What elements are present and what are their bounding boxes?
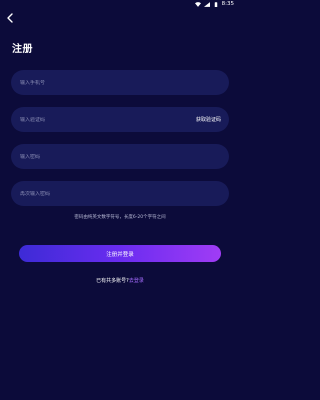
password-hint: 密码由纯英文数字符号，长度6-20个字符之间 xyxy=(74,215,166,220)
code-input[interactable] xyxy=(20,116,196,123)
login-prompt-text: 已有共多账号? xyxy=(96,278,129,284)
status-bar: 8:35 xyxy=(0,0,240,8)
phone-input[interactable] xyxy=(20,79,221,86)
code-field[interactable]: 获取验证码 xyxy=(11,107,229,132)
status-time: 8:35 xyxy=(221,1,234,7)
go-login-link[interactable]: 去登录 xyxy=(129,278,144,284)
wifi-icon xyxy=(194,1,201,7)
register-login-button[interactable]: 注册并登录 xyxy=(19,245,221,262)
signal-icon xyxy=(203,1,210,7)
page-title: 注册 xyxy=(12,44,33,55)
password-field[interactable] xyxy=(11,144,229,169)
get-code-button[interactable]: 获取验证码 xyxy=(196,116,221,123)
battery-icon xyxy=(214,1,217,7)
password-confirm-field[interactable] xyxy=(11,181,229,206)
back-button[interactable] xyxy=(3,11,17,25)
password-confirm-input[interactable] xyxy=(20,190,221,197)
password-input[interactable] xyxy=(20,153,221,160)
chevron-left-icon xyxy=(7,13,13,23)
phone-field[interactable] xyxy=(11,70,229,95)
login-prompt: 已有共多账号?去登录 xyxy=(0,277,240,284)
